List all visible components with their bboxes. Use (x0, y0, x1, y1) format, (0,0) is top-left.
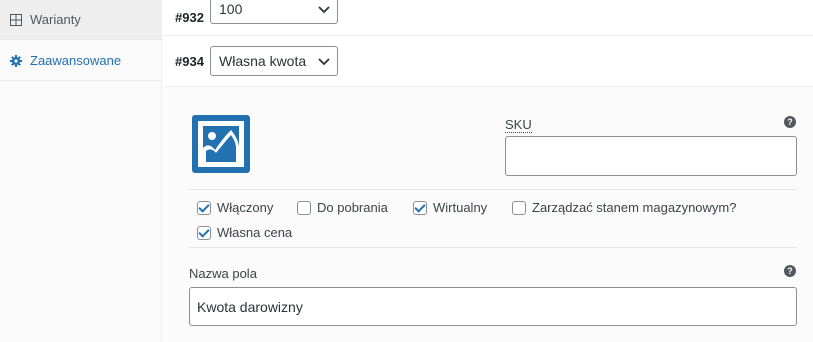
variation-row[interactable]: #932 100 (163, 0, 813, 36)
tab-advanced-label: Zaawansowane (30, 53, 122, 68)
grid-icon (10, 13, 22, 26)
chevron-down-icon (318, 58, 330, 66)
tab-variations-label: Warianty (30, 12, 81, 27)
field-name-input[interactable]: Kwota darowizny (189, 287, 797, 326)
gear-icon (10, 54, 22, 67)
sku-label: SKU (505, 117, 532, 133)
custom-price-checkbox[interactable] (197, 225, 211, 240)
product-data-tabs: Warianty Zaawansowane (0, 0, 162, 342)
divider (189, 189, 797, 190)
downloadable-label: Do pobrania (317, 200, 388, 215)
tab-advanced[interactable]: Zaawansowane (0, 41, 162, 81)
enabled-label: Włączony (217, 200, 274, 215)
field-name-label: Nazwa pola (189, 266, 257, 281)
help-icon[interactable]: ? (784, 116, 796, 128)
virtual-label: Wirtualny (433, 200, 488, 215)
virtual-checkbox-row[interactable]: Wirtualny (413, 200, 487, 215)
variation-details: SKU ? Włączony Do pobrania Wirtualny Zar… (163, 87, 813, 342)
tab-variations[interactable]: Warianty (0, 0, 162, 40)
enabled-checkbox[interactable] (197, 200, 211, 215)
manage-stock-checkbox-row[interactable]: Zarządzać stanem magazynowym? (512, 200, 736, 215)
manage-stock-checkbox[interactable] (512, 200, 526, 215)
variation-id: #934 (175, 53, 204, 69)
downloadable-checkbox-row[interactable]: Do pobrania (297, 200, 388, 215)
select-value: Własna kwota (219, 53, 307, 69)
variation-attribute-select[interactable]: 100 (210, 0, 338, 24)
image-placeholder-icon (198, 121, 244, 167)
custom-price-checkbox-row[interactable]: Własna cena (197, 225, 292, 240)
enabled-checkbox-row[interactable]: Włączony (197, 200, 273, 215)
virtual-checkbox[interactable] (413, 200, 427, 215)
variation-row[interactable]: #934 Własna kwota (163, 36, 813, 87)
manage-stock-label: Zarządzać stanem magazynowym? (532, 200, 737, 215)
chevron-down-icon (318, 6, 330, 14)
custom-price-label: Własna cena (217, 225, 293, 240)
variation-image-upload[interactable] (192, 115, 250, 173)
downloadable-checkbox[interactable] (297, 200, 311, 215)
divider (189, 247, 797, 248)
sku-input[interactable] (505, 136, 797, 176)
variation-id: #932 (175, 10, 204, 25)
select-value: 100 (219, 1, 243, 17)
help-icon[interactable]: ? (784, 265, 796, 277)
variation-attribute-select[interactable]: Własna kwota (210, 46, 338, 76)
variations-panel: #932 100 #934 Własna kwota SKU ? Włączon… (163, 0, 813, 342)
